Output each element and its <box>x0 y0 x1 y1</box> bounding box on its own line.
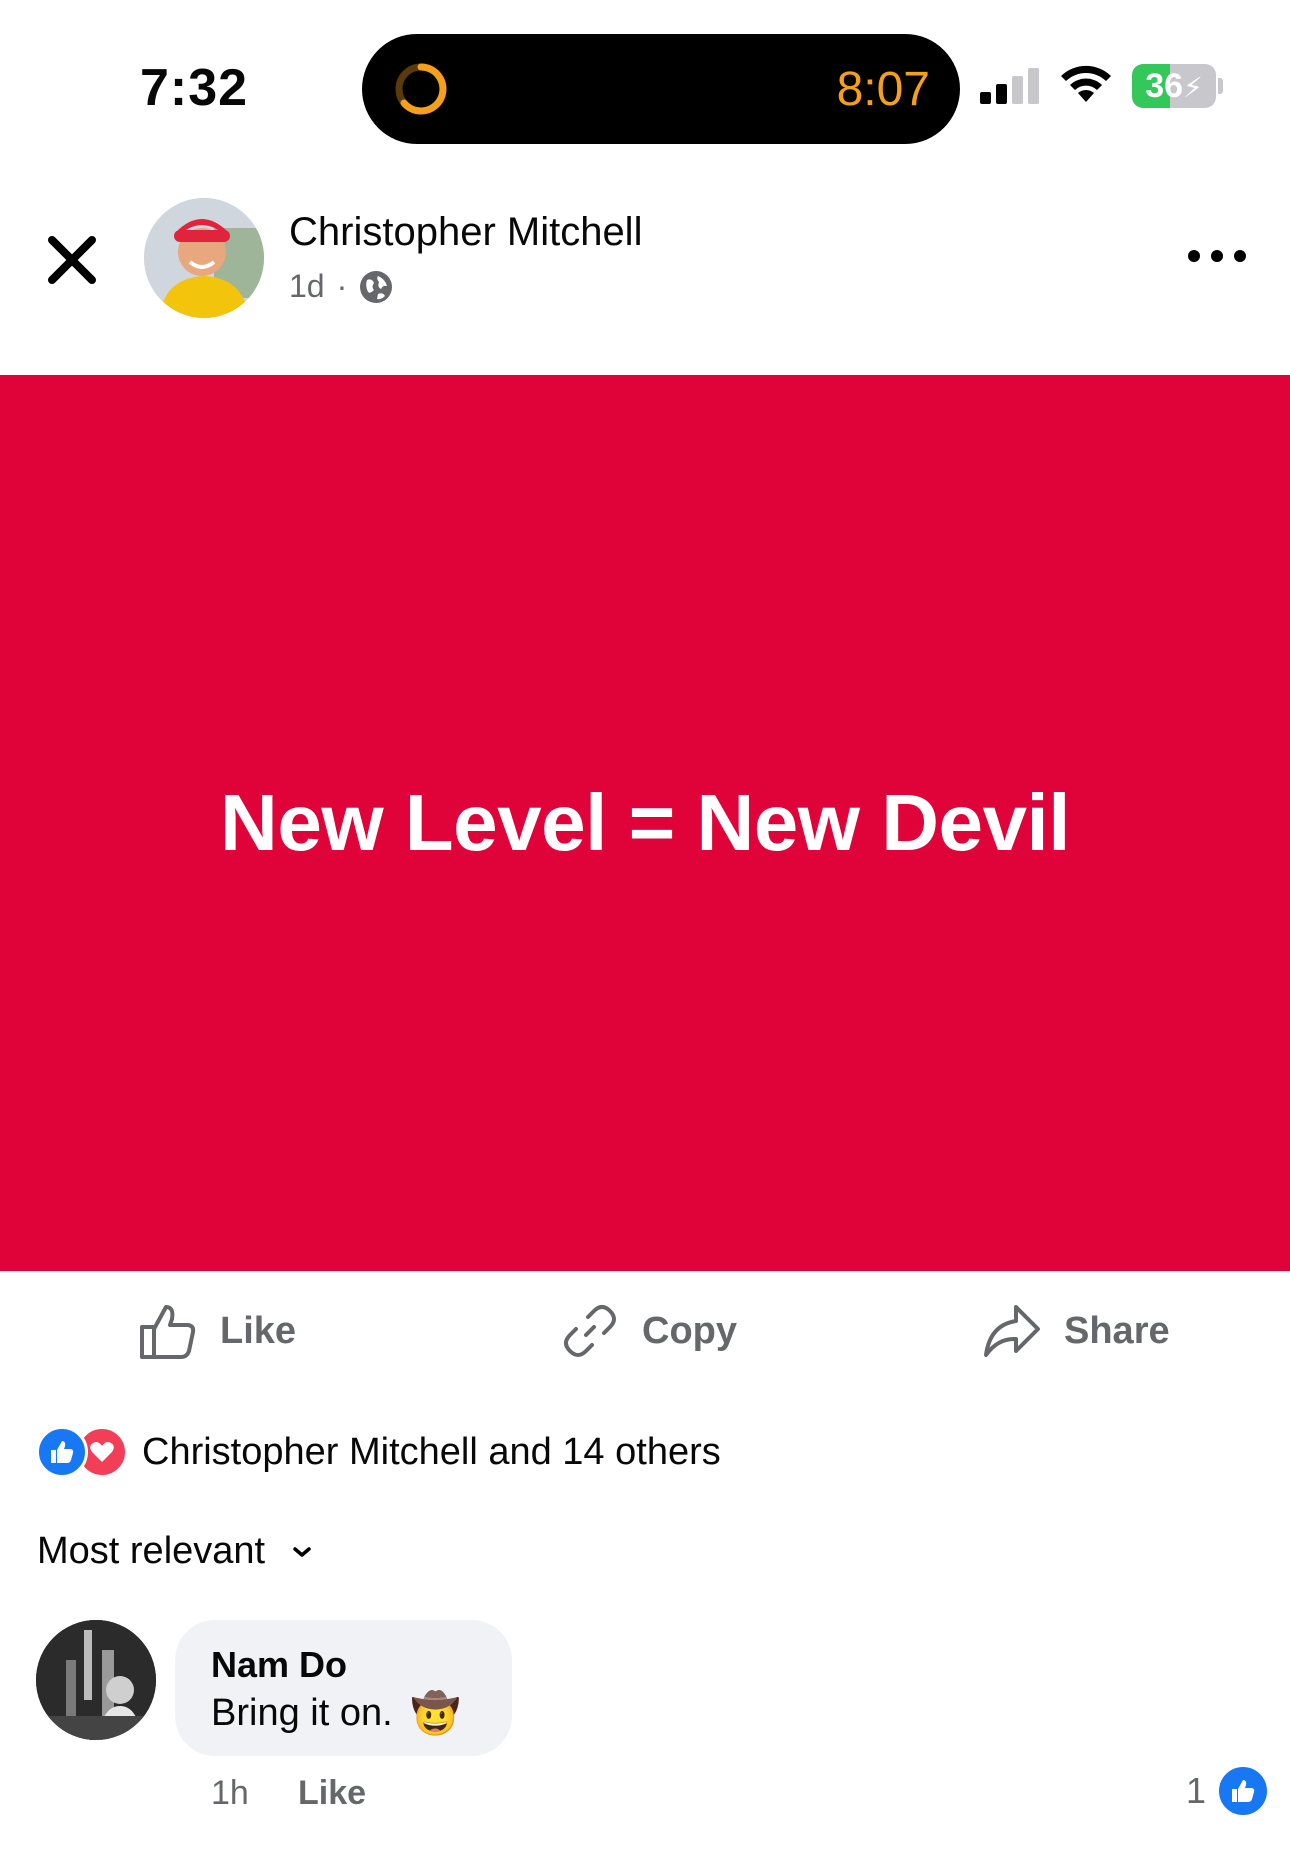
timer-ring-icon <box>395 63 447 115</box>
sort-label: Most relevant <box>37 1530 266 1572</box>
live-activity-timer: 8:07 <box>836 63 930 116</box>
globe-icon[interactable] <box>359 270 393 304</box>
post-age[interactable]: 1d <box>289 268 325 305</box>
cellular-signal-icon <box>980 68 1039 104</box>
wifi-icon <box>1061 65 1111 102</box>
copy-button[interactable]: Copy <box>560 1296 737 1366</box>
share-arrow-icon <box>984 1305 1040 1357</box>
copy-label: Copy <box>642 1309 737 1352</box>
comment-sort-dropdown[interactable]: Most relevant <box>37 1530 313 1573</box>
thumbs-up-icon <box>140 1305 196 1359</box>
like-label: Like <box>220 1309 297 1352</box>
comment-bubble[interactable]: Nam Do Bring it on. 🤠 <box>175 1620 512 1756</box>
comment-like-count[interactable]: 1 <box>1186 1764 1271 1818</box>
comment-time: 1h <box>211 1774 249 1812</box>
like-reaction-icon <box>36 1426 88 1478</box>
commenter-avatar[interactable] <box>36 1620 156 1740</box>
meta-separator: · <box>336 268 348 304</box>
share-button[interactable]: Share <box>982 1296 1170 1366</box>
reactions-summary[interactable]: Christopher Mitchell and 14 others <box>36 1426 721 1478</box>
comment-text: Bring it on. 🤠 <box>211 1690 460 1737</box>
link-icon <box>564 1305 616 1357</box>
commenter-name[interactable]: Nam Do <box>211 1644 347 1686</box>
post-text-card[interactable]: New Level = New Devil <box>0 375 1290 1271</box>
like-reaction-icon <box>1216 1764 1271 1818</box>
comment-like-button[interactable]: Like <box>298 1774 366 1813</box>
comment-body: Bring it on. <box>211 1692 393 1734</box>
like-button[interactable]: Like <box>138 1296 296 1366</box>
reactions-text: Christopher Mitchell and 14 others <box>142 1430 721 1473</box>
battery-icon: 36⚡ <box>1132 64 1223 108</box>
dynamic-island[interactable]: 8:07 <box>362 34 960 144</box>
post-text: New Level = New Devil <box>220 778 1070 867</box>
share-label: Share <box>1064 1309 1170 1352</box>
chevron-down-icon <box>293 1546 311 1557</box>
status-time: 7:32 <box>140 59 249 117</box>
more-options-icon[interactable] <box>1182 236 1252 276</box>
author-name[interactable]: Christopher Mitchell <box>289 210 642 255</box>
comment-like-number: 1 <box>1186 1770 1207 1811</box>
cowboy-emoji: 🤠 <box>410 1692 461 1736</box>
battery-percent: 36 <box>1145 67 1184 105</box>
post-meta: 1d · <box>289 268 393 305</box>
close-icon[interactable] <box>40 228 104 292</box>
author-avatar[interactable] <box>144 198 264 318</box>
